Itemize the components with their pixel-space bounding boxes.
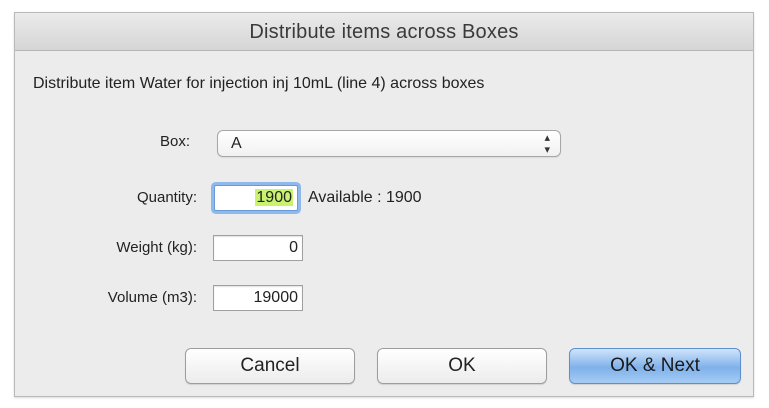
quantity-value: 1900 <box>255 189 293 206</box>
quantity-label: Quantity: <box>136 189 197 206</box>
available-text: Available : 1900 <box>308 189 422 206</box>
box-select-value: A <box>231 135 242 152</box>
dialog-title: Distribute items across Boxes <box>15 13 753 51</box>
box-label: Box: <box>159 133 190 150</box>
distribute-dialog: Distribute items across Boxes Distribute… <box>14 12 754 397</box>
volume-field[interactable]: 19000 <box>213 285 303 311</box>
weight-value: 0 <box>289 239 298 256</box>
ok-next-button[interactable]: OK & Next <box>569 348 741 384</box>
dialog-message: Distribute item Water for injection inj … <box>33 75 485 92</box>
volume-label: Volume (m3): <box>107 289 197 306</box>
weight-field[interactable]: 0 <box>213 235 303 261</box>
up-down-arrows-icon: ▴ ▾ <box>544 131 550 156</box>
box-select[interactable]: A ▴ ▾ <box>217 130 561 157</box>
cancel-button[interactable]: Cancel <box>185 348 355 384</box>
volume-value: 19000 <box>253 289 299 306</box>
ok-button[interactable]: OK <box>377 348 547 384</box>
weight-label: Weight (kg): <box>116 239 197 256</box>
quantity-field[interactable]: 1900 <box>214 185 298 211</box>
